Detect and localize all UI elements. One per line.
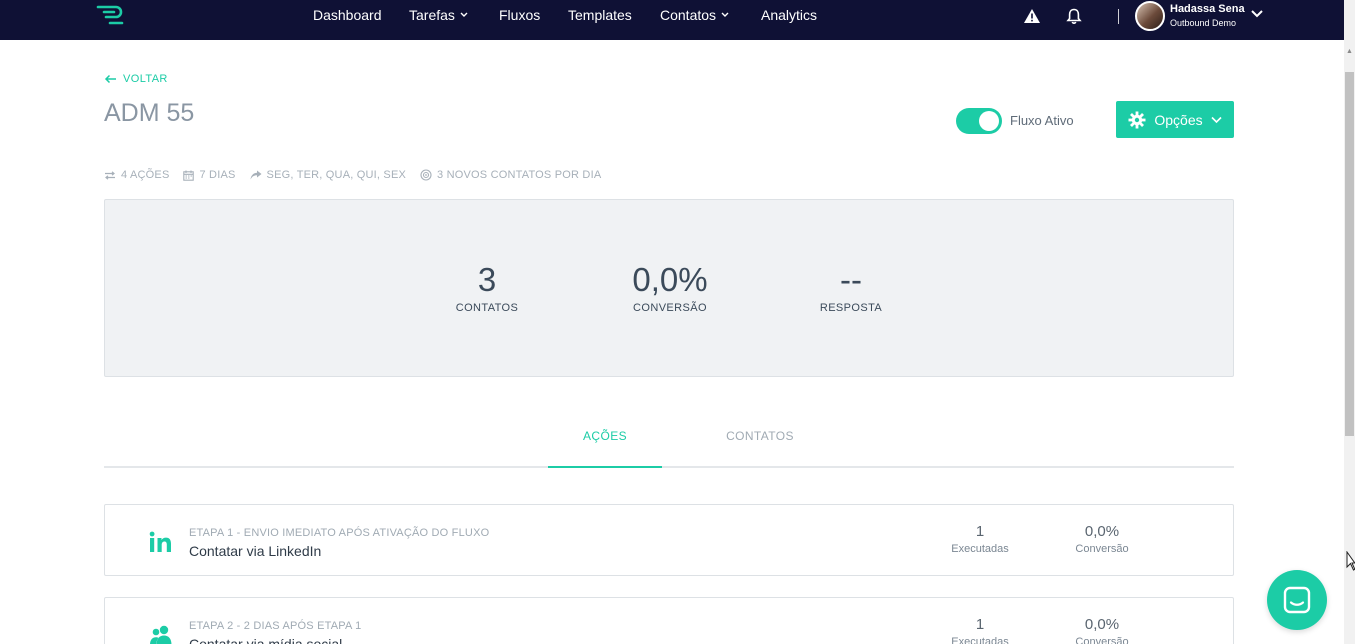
chevron-down-icon [460, 12, 468, 17]
share-arrow-icon [250, 170, 262, 180]
action-title: Contatar via mídia social [189, 636, 343, 644]
stat-response-value: -- [840, 261, 862, 298]
linkedin-icon [149, 531, 171, 552]
tab-acoes[interactable]: AÇÕES [548, 429, 662, 443]
nav-templates-label: Templates [568, 7, 632, 23]
nav-analytics[interactable]: Analytics [761, 7, 817, 23]
action-executed-label: Executadas [951, 543, 1009, 555]
nav-fluxos[interactable]: Fluxos [499, 7, 540, 23]
action-card[interactable]: ETAPA 1 - ENVIO IMEDIATO APÓS ATIVAÇÃO D… [104, 504, 1234, 576]
nav-analytics-label: Analytics [761, 7, 818, 23]
meta-daily-contacts-text: 3 NOVOS CONTATOS POR DIA [437, 169, 602, 181]
back-link[interactable]: VOLTAR [104, 73, 168, 85]
flow-meta-row: 4 AÇÕES 7 DIAS SEG, TER, QUA, QUI, SEX 3… [104, 169, 601, 181]
stat-response-label: RESPOSTA [819, 302, 883, 314]
action-conversion: 0,0% Conversão [1057, 522, 1147, 555]
meta-daily-contacts: 3 NOVOS CONTATOS POR DIA [420, 169, 601, 181]
action-title: Contatar via LinkedIn [189, 543, 322, 559]
gear-icon [1128, 111, 1146, 128]
active-tab-indicator [548, 466, 662, 468]
options-label: Opções [1154, 111, 1203, 128]
options-button[interactable]: Opções [1116, 101, 1234, 138]
toggle-label: Fluxo Ativo [1010, 113, 1074, 128]
stats-panel: 3 CONTATOS 0,0% CONVERSÃO -- RESPOSTA [104, 199, 1234, 377]
page-title: ADM 55 [104, 99, 195, 127]
scrollbar-thumb[interactable] [1345, 72, 1354, 436]
nav-dashboard-label: Dashboard [313, 7, 382, 23]
flow-active-toggle[interactable] [956, 108, 1002, 134]
meta-days-text: 7 DIAS [199, 169, 236, 181]
toggle-knob [979, 111, 999, 131]
action-step: ETAPA 2 - 2 DIAS APÓS ETAPA 1 [189, 620, 362, 632]
avatar[interactable] [1135, 1, 1165, 31]
action-conversion-label: Conversão [1075, 543, 1129, 555]
top-navbar: Dashboard Tarefas Fluxos Templates Conta… [0, 0, 1344, 40]
back-label: VOLTAR [123, 73, 168, 85]
nav-divider [1118, 9, 1119, 24]
arrow-left-icon [104, 74, 116, 84]
swap-arrows-icon [105, 170, 115, 180]
bell-icon[interactable] [1064, 6, 1084, 26]
meta-weekdays-text: SEG, TER, QUA, QUI, SEX [266, 169, 407, 181]
nav-dashboard[interactable]: Dashboard [313, 7, 382, 23]
mouse-cursor-icon [1346, 551, 1355, 571]
action-executed-value: 1 [975, 523, 985, 540]
stat-conversion: 0,0% CONVERSÃO [600, 260, 740, 314]
action-conversion-value: 0,0% [1084, 616, 1120, 633]
action-step: ETAPA 1 - ENVIO IMEDIATO APÓS ATIVAÇÃO D… [189, 527, 490, 539]
chevron-down-icon[interactable] [1250, 9, 1264, 19]
action-conversion-value: 0,0% [1084, 523, 1120, 540]
scroll-up-icon[interactable]: ▲ [1345, 44, 1354, 58]
meta-days: 7 DIAS [183, 169, 235, 181]
nav-templates[interactable]: Templates [568, 7, 632, 23]
action-executed-label: Executadas [951, 636, 1009, 644]
meta-actions: 4 AÇÕES [104, 169, 169, 181]
users-icon [150, 625, 172, 644]
user-name[interactable]: Hadassa Sena [1170, 3, 1246, 15]
chevron-down-icon [1211, 116, 1222, 123]
action-conversion-label: Conversão [1075, 636, 1129, 644]
warning-icon[interactable] [1022, 6, 1042, 26]
nav-tarefas-label: Tarefas [409, 7, 455, 23]
action-executed: 1 Executadas [935, 522, 1025, 555]
nav-contatos-label: Contatos [660, 7, 717, 23]
meta-weekdays: SEG, TER, QUA, QUI, SEX [250, 169, 406, 181]
stat-contacts-label: CONTATOS [455, 302, 519, 314]
stat-conversion-label: CONVERSÃO [633, 302, 707, 314]
nav-fluxos-label: Fluxos [499, 7, 541, 23]
tabs-divider [104, 466, 1234, 468]
app-logo-icon[interactable] [96, 3, 126, 27]
chevron-down-icon [721, 12, 729, 17]
nav-tarefas[interactable]: Tarefas [409, 7, 468, 23]
user-org: Outbound Demo [1170, 18, 1237, 28]
action-conversion: 0,0% Conversão [1057, 615, 1147, 644]
tab-contatos[interactable]: CONTATOS [705, 429, 815, 443]
action-executed-value: 1 [975, 616, 985, 633]
nav-contatos[interactable]: Contatos [660, 7, 729, 23]
chat-launcher-button[interactable] [1267, 570, 1327, 630]
stat-conversion-value: 0,0% [632, 261, 708, 298]
chat-icon [1283, 586, 1311, 614]
meta-actions-text: 4 AÇÕES [121, 169, 170, 181]
stat-contacts: 3 CONTATOS [417, 260, 557, 314]
stat-response: -- RESPOSTA [781, 260, 921, 314]
action-card[interactable]: ETAPA 2 - 2 DIAS APÓS ETAPA 1 Contatar v… [104, 597, 1234, 644]
calendar-icon [183, 170, 195, 181]
stat-contacts-value: 3 [477, 261, 497, 298]
action-executed: 1 Executadas [935, 615, 1025, 644]
target-icon [420, 169, 432, 181]
